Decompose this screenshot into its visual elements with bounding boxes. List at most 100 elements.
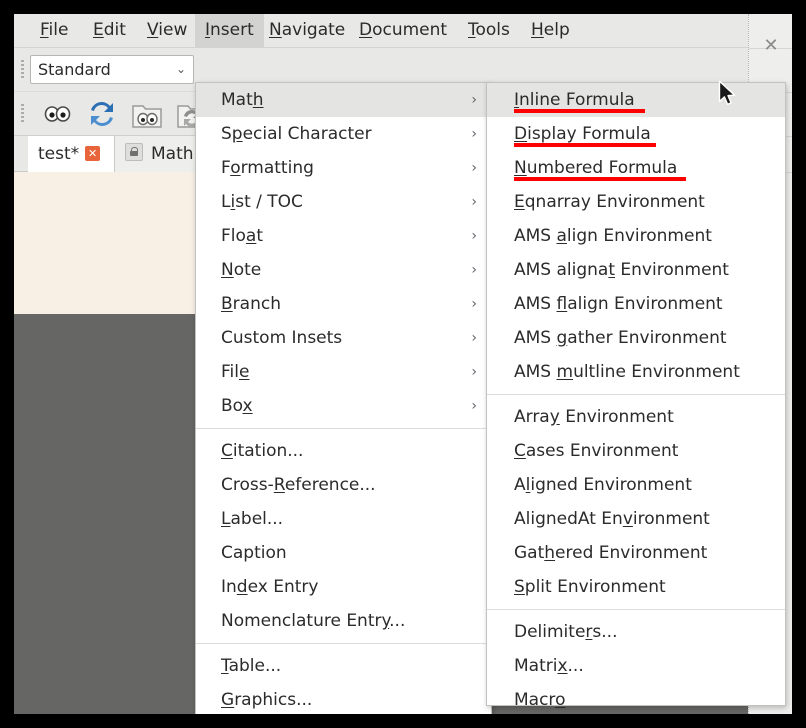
chevron-right-icon: › [471, 253, 477, 287]
menu-item-label: Delimiters... [514, 622, 617, 642]
menubar-item-help[interactable]: Help [521, 14, 580, 47]
menu-separator [487, 394, 785, 395]
menu-item-label: Matrix... [514, 656, 584, 676]
menu-item-eqnarray-environment[interactable]: Eqnarray Environment [487, 185, 785, 219]
menu-item-ams-flalign-environment[interactable]: AMS flalign Environment [487, 287, 785, 321]
menu-item-label: Branch [221, 294, 281, 314]
document-tab-math[interactable]: Math [115, 136, 206, 172]
layout-combobox-value: Standard [38, 60, 111, 79]
menu-item-ams-gather-environment[interactable]: AMS gather Environment [487, 321, 785, 355]
menu-item-box[interactable]: Box› [196, 389, 491, 423]
paragraph-layout-combobox[interactable]: Standard ⌄ [30, 55, 194, 84]
menu-item-label: Float [221, 226, 263, 246]
menu-item-ams-align-environment[interactable]: AMS align Environment [487, 219, 785, 253]
chevron-right-icon: › [471, 355, 477, 389]
menu-separator [196, 428, 491, 429]
menu-item-label: AMS alignat Environment [514, 260, 729, 280]
menu-item-array-environment[interactable]: Array Environment [487, 400, 785, 434]
document-tab-test[interactable]: test*✕ [28, 136, 115, 172]
menu-item-label: Table... [221, 656, 281, 676]
menubar-item-file[interactable]: File [30, 14, 78, 47]
menu-item-label: Eqnarray Environment [514, 192, 705, 212]
red-annotation-underline [514, 109, 645, 113]
menu-item-ams-multline-environment[interactable]: AMS multline Environment [487, 355, 785, 389]
chevron-right-icon: › [471, 389, 477, 423]
menu-item-label: List / TOC [221, 192, 303, 212]
menu-item-label: Label... [221, 509, 283, 529]
insert-menu-popup: Math›Special Character›Formatting›List /… [195, 82, 492, 714]
menu-item-special-character[interactable]: Special Character› [196, 117, 491, 151]
menu-item-math[interactable]: Math › [196, 83, 491, 117]
menu-item-cases-environment[interactable]: Cases Environment [487, 434, 785, 468]
menu-item-note[interactable]: Note› [196, 253, 491, 287]
menu-item-list-toc[interactable]: List / TOC› [196, 185, 491, 219]
menu-item-label: AMS multline Environment [514, 362, 740, 382]
chevron-right-icon: › [471, 219, 477, 253]
lock-icon [125, 143, 143, 161]
menu-item-label: Macro [514, 690, 565, 710]
chevron-right-icon: › [471, 83, 477, 117]
menu-item-split-environment[interactable]: Split Environment [487, 570, 785, 604]
menu-item-float[interactable]: Float › [196, 219, 491, 253]
menu-item-label: AMS gather Environment [514, 328, 727, 348]
menu-item-label: Formatting [221, 158, 314, 178]
menu-item-label: Math [221, 90, 264, 110]
menubar-item-edit[interactable]: Edit [83, 14, 136, 47]
menu-item-label: Nomenclature Entry... [221, 611, 405, 631]
menu-item-index-entry[interactable]: Index Entry [196, 570, 491, 604]
menu-item-cross-reference[interactable]: Cross-Reference... [196, 468, 491, 502]
menu-item-macro[interactable]: Macro [487, 683, 785, 714]
menu-item-branch[interactable]: Branch › [196, 287, 491, 321]
menubar-item-insert[interactable]: Insert [195, 14, 264, 47]
menu-item-label: Cross-Reference... [221, 475, 376, 495]
menu-item-label: Display Formula [514, 124, 651, 144]
chevron-right-icon: › [471, 321, 477, 355]
menu-separator [196, 643, 491, 644]
menu-item-label: Special Character [221, 124, 372, 144]
close-icon[interactable]: ✕ [85, 146, 100, 161]
view-pdf-icon[interactable] [40, 97, 74, 131]
menu-item-label[interactable]: Label... [196, 502, 491, 536]
toolbar-grip[interactable] [21, 60, 24, 80]
menubar-item-view[interactable]: View [137, 14, 197, 47]
view-other-format-icon[interactable] [130, 97, 164, 131]
menu-item-citation[interactable]: Citation... [196, 434, 491, 468]
menu-item-aligned-environment[interactable]: Aligned Environment [487, 468, 785, 502]
menu-item-file[interactable]: File› [196, 355, 491, 389]
menu-item-alignedat-environment[interactable]: AlignedAt Environment [487, 502, 785, 536]
menu-item-label: AMS flalign Environment [514, 294, 723, 314]
menu-item-label: Gathered Environment [514, 543, 707, 563]
application-window: FileEditViewInsertNavigateDocumentToolsH… [14, 14, 792, 714]
menu-item-gathered-environment[interactable]: Gathered Environment [487, 536, 785, 570]
menubar-item-document[interactable]: Document [349, 14, 457, 47]
menu-item-label: AlignedAt Environment [514, 509, 710, 529]
menu-item-formatting[interactable]: Formatting› [196, 151, 491, 185]
menu-item-label: AMS align Environment [514, 226, 712, 246]
icon-toolbar-grip[interactable] [21, 104, 24, 124]
menubar-item-navigate[interactable]: Navigate [259, 14, 355, 47]
menubar-item-tools[interactable]: Tools [458, 14, 520, 47]
menu-item-label: Aligned Environment [514, 475, 692, 495]
menu-item-label: Split Environment [514, 577, 666, 597]
menu-bar: FileEditViewInsertNavigateDocumentToolsH… [14, 14, 792, 48]
menu-item-custom-insets[interactable]: Custom Insets› [196, 321, 491, 355]
red-annotation-underline [514, 143, 656, 147]
update-pdf-icon[interactable] [85, 97, 119, 131]
menu-item-table[interactable]: Table... [196, 649, 491, 683]
menu-item-graphics[interactable]: Graphics... [196, 683, 491, 714]
menu-item-matrix[interactable]: Matrix... [487, 649, 785, 683]
math-submenu-popup: Inline FormulaDisplay FormulaNumbered Fo… [486, 82, 786, 706]
menu-separator [487, 609, 785, 610]
menu-item-caption[interactable]: Caption [196, 536, 491, 570]
menu-item-nomenclature-entry[interactable]: Nomenclature Entry... [196, 604, 491, 638]
menu-item-delimiters[interactable]: Delimiters... [487, 615, 785, 649]
chevron-down-icon: ⌄ [176, 56, 186, 83]
menu-item-ams-alignat-environment[interactable]: AMS alignat Environment [487, 253, 785, 287]
menu-item-label: Citation... [221, 441, 303, 461]
chevron-right-icon: › [471, 287, 477, 321]
menu-item-label: Caption [221, 543, 287, 563]
tab-label: Math [151, 144, 194, 164]
red-annotation-underline [514, 177, 686, 181]
close-icon[interactable]: ✕ [759, 34, 783, 58]
menu-item-label: Graphics... [221, 690, 312, 710]
